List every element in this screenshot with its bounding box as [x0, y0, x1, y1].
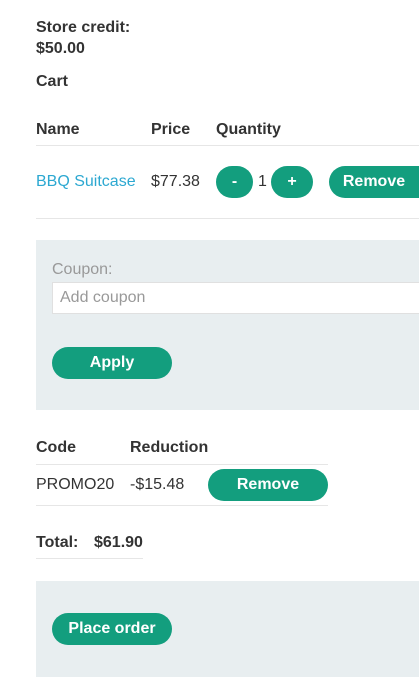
product-price: $77.38: [151, 173, 200, 190]
store-credit-label: Store credit:: [36, 19, 131, 36]
coupon-code: PROMO20: [36, 476, 115, 493]
remove-item-button[interactable]: Remove: [329, 166, 419, 198]
column-header-code: Code: [36, 439, 76, 456]
coupon-label: Coupon:: [52, 261, 113, 278]
store-credit: Store credit: $50.00: [36, 17, 156, 59]
column-header-quantity: Quantity: [216, 121, 281, 138]
apply-coupon-button[interactable]: Apply: [52, 347, 172, 379]
cart-heading: Cart: [36, 73, 69, 90]
cart-item-row: BBQ Suitcase $77.38 - 1 + Remove: [36, 146, 419, 219]
place-order-button[interactable]: Place order: [52, 613, 172, 645]
applied-coupon-row: PROMO20 -$15.48 Remove: [36, 465, 328, 506]
cart-page: Store credit: $50.00 Cart Name Price Qua…: [0, 0, 419, 699]
store-credit-amount: $50.00: [36, 40, 85, 57]
quantity-increase-button[interactable]: +: [271, 166, 313, 198]
place-order-panel: Place order: [36, 581, 419, 677]
coupon-input[interactable]: [52, 282, 419, 314]
total-value: $61.90: [94, 534, 143, 551]
quantity-decrease-button[interactable]: -: [216, 166, 253, 198]
column-header-price: Price: [151, 121, 191, 138]
applied-coupons-table: Code Reduction PROMO20 -$15.48 Remove: [36, 430, 328, 506]
column-header-name: Name: [36, 121, 80, 138]
column-header-reduction: Reduction: [130, 439, 209, 456]
applied-coupons-header: Code Reduction: [36, 430, 328, 465]
cart-table: Name Price Quantity BBQ Suitcase $77.38 …: [36, 111, 419, 219]
order-total: Total: $61.90: [36, 528, 143, 559]
product-link[interactable]: BBQ Suitcase: [36, 173, 136, 191]
cart-table-header: Name Price Quantity: [36, 111, 419, 146]
total-label: Total:: [36, 534, 79, 551]
coupon-panel: Coupon: Apply: [36, 240, 419, 410]
remove-coupon-button[interactable]: Remove: [208, 469, 328, 501]
coupon-reduction: -$15.48: [130, 476, 185, 493]
quantity-value: 1: [258, 173, 267, 190]
